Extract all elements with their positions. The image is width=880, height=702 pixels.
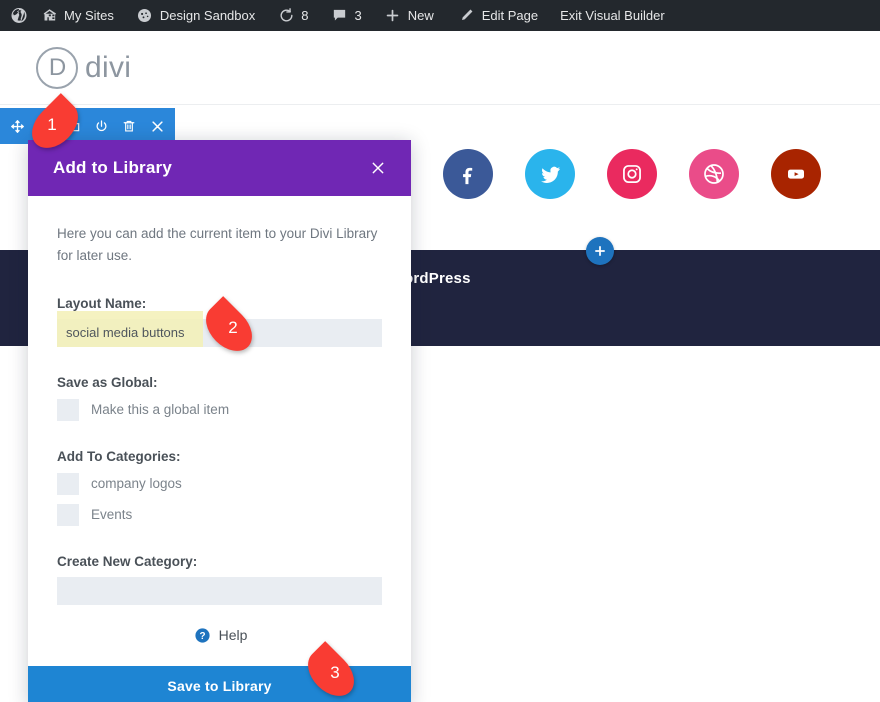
dribbble-icon: [702, 162, 726, 186]
facebook-icon: [457, 163, 479, 185]
admin-bar-label-updates: 8: [301, 9, 308, 22]
move-icon: [10, 119, 25, 134]
admin-bar-label-new: New: [408, 9, 434, 22]
site-header: D divi: [0, 31, 880, 105]
global-item-label: Make this a global item: [91, 402, 229, 417]
admin-bar-wordpress-logo[interactable]: [0, 0, 32, 31]
help-link[interactable]: ? Help: [57, 627, 384, 644]
social-button-twitter[interactable]: [525, 149, 575, 199]
global-item-checkbox[interactable]: [57, 399, 79, 421]
category-label-events: Events: [91, 507, 132, 522]
modal-close-button[interactable]: [367, 157, 389, 179]
twitter-icon: [539, 163, 562, 186]
social-follow-row: [443, 149, 821, 199]
admin-bar-label-comments: 3: [354, 9, 361, 22]
callout-marker-1: 1: [26, 105, 84, 145]
sites-icon: [40, 7, 58, 25]
close-module-button[interactable]: [143, 108, 171, 144]
admin-bar-item-site-name[interactable]: Design Sandbox: [128, 0, 263, 31]
admin-bar-item-exit-visual-builder[interactable]: Exit Visual Builder: [552, 0, 673, 31]
admin-bar-item-edit-page[interactable]: Edit Page: [450, 0, 546, 31]
plus-icon: [384, 7, 402, 25]
social-button-instagram[interactable]: [607, 149, 657, 199]
category-row[interactable]: company logos: [57, 473, 384, 495]
wp-admin-bar: My Sites Design Sandbox 8: [0, 0, 880, 31]
comments-icon: [330, 7, 348, 25]
trash-icon: [122, 119, 136, 134]
instagram-icon: [621, 163, 643, 185]
admin-bar-label-exit-visual-builder: Exit Visual Builder: [560, 9, 665, 22]
category-checkbox-company-logos[interactable]: [57, 473, 79, 495]
page-root: My Sites Design Sandbox 8: [0, 0, 880, 702]
layout-name-value: social media buttons: [57, 325, 185, 340]
updates-icon: [277, 7, 295, 25]
category-label-company-logos: company logos: [91, 476, 182, 491]
save-as-global-label: Save as Global:: [57, 375, 384, 390]
admin-bar-item-updates[interactable]: 8: [269, 0, 316, 31]
divi-logo-mark: D: [36, 47, 78, 89]
admin-bar-label-edit-page: Edit Page: [482, 9, 538, 22]
global-item-row[interactable]: Make this a global item: [57, 399, 384, 421]
youtube-icon: [784, 162, 808, 186]
dashboard-icon: [136, 7, 154, 25]
social-button-dribbble[interactable]: [689, 149, 739, 199]
create-new-category-input[interactable]: [57, 577, 382, 605]
modal-intro-text: Here you can add the current item to you…: [57, 223, 384, 268]
modal-header: Add to Library: [28, 140, 411, 196]
callout-number: 1: [47, 115, 62, 135]
callout-marker-3: 3: [302, 653, 360, 693]
admin-bar-item-new[interactable]: New: [376, 0, 442, 31]
add-row-button[interactable]: [586, 237, 614, 265]
help-icon: ?: [194, 627, 211, 644]
help-label: Help: [219, 627, 248, 643]
admin-bar-label-my-sites: My Sites: [64, 9, 114, 22]
delete-module-button[interactable]: [115, 108, 143, 144]
power-icon: [94, 119, 109, 134]
create-new-category-label: Create New Category:: [57, 554, 384, 569]
dark-section-heading: ordPress: [404, 270, 471, 287]
social-button-facebook[interactable]: [443, 149, 493, 199]
social-button-youtube[interactable]: [771, 149, 821, 199]
modal-title: Add to Library: [53, 158, 172, 178]
callout-marker-2: 2: [200, 308, 258, 348]
category-row[interactable]: Events: [57, 504, 384, 526]
divi-logo[interactable]: D divi: [36, 47, 131, 89]
close-icon: [150, 119, 165, 134]
save-to-library-button[interactable]: [87, 108, 115, 144]
admin-bar-item-comments[interactable]: 3: [322, 0, 369, 31]
callout-number: 2: [220, 318, 237, 338]
divi-logo-wordmark: divi: [85, 51, 131, 85]
admin-bar-item-my-sites[interactable]: My Sites: [32, 0, 122, 31]
admin-bar-label-site-name: Design Sandbox: [160, 9, 255, 22]
category-checkbox-events[interactable]: [57, 504, 79, 526]
add-to-categories-label: Add To Categories:: [57, 449, 384, 464]
wordpress-icon: [10, 7, 28, 25]
pencil-icon: [458, 7, 476, 25]
svg-text:?: ?: [199, 631, 205, 642]
modal-body: Here you can add the current item to you…: [28, 196, 411, 666]
add-to-library-modal: Add to Library Here you can add the curr…: [28, 140, 411, 702]
callout-number: 3: [322, 663, 339, 683]
